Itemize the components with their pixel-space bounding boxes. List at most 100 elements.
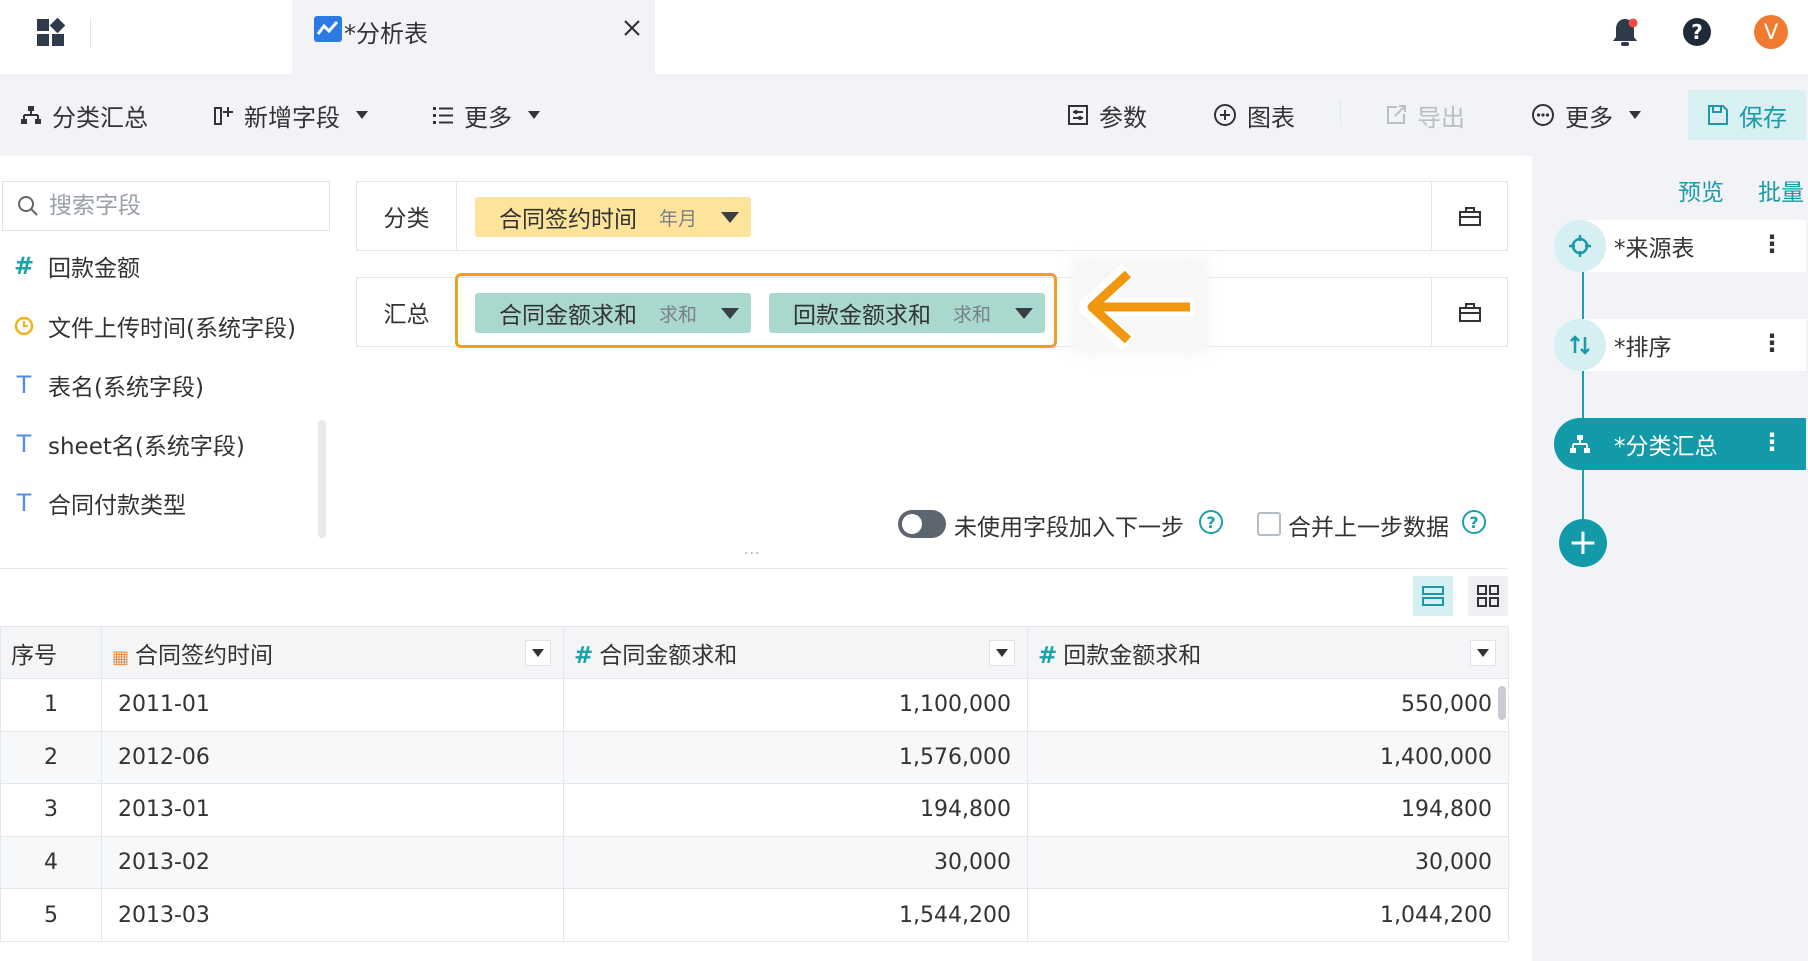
- column-header-repayment-sum[interactable]: # 回款金额求和: [1027, 626, 1509, 679]
- splitter-handle[interactable]: ...: [744, 542, 760, 558]
- field-label: 回款金额: [48, 256, 140, 282]
- flow-node-group-summary[interactable]: *分类汇总 ⋮: [1554, 418, 1806, 470]
- table-cell: 2012-06: [101, 730, 564, 785]
- more-vertical-icon[interactable]: ⋮: [1760, 230, 1784, 258]
- table-cell: 2: [0, 730, 102, 785]
- unused-fields-label: 未使用字段加入下一步: [954, 515, 1184, 541]
- more-vertical-icon[interactable]: ⋮: [1760, 428, 1784, 456]
- search-input[interactable]: [49, 193, 309, 219]
- chip-dropdown-icon[interactable]: [721, 212, 739, 223]
- notification-bell-icon[interactable]: [1610, 16, 1640, 48]
- table-cell: 1,044,200: [1027, 888, 1509, 942]
- data-table: 序号 ▦ 合同签约时间 # 合同金额求和 # 回款金额求和 1 2011-01 1,1…: [0, 626, 1509, 942]
- search-icon: [17, 195, 39, 217]
- flow-node-label: *分类汇总: [1614, 434, 1718, 460]
- table-cell: 4: [0, 835, 102, 890]
- top-divider: [90, 18, 91, 48]
- field-label: sheet名(系统字段): [48, 434, 245, 460]
- column-header-sign-date[interactable]: ▦ 合同签约时间: [101, 626, 564, 679]
- more-right-label: 更多: [1565, 103, 1613, 132]
- category-label: 分类: [357, 182, 457, 250]
- field-label: 合同付款类型: [48, 493, 186, 519]
- chevron-down-icon: [1629, 111, 1641, 119]
- save-button[interactable]: 保存: [1688, 90, 1806, 140]
- merge-prev-label: 合并上一步数据: [1288, 515, 1449, 541]
- column-header-index: 序号: [0, 626, 102, 679]
- category-chip[interactable]: 合同签约时间 年月: [475, 197, 751, 237]
- column-header-label: 合同签约时间: [135, 642, 274, 669]
- table-row: 3 2013-01 194,800 194,800: [0, 783, 1509, 837]
- chevron-down-icon: [532, 649, 544, 657]
- preview-link[interactable]: 预览: [1678, 173, 1724, 207]
- avatar[interactable]: V: [1754, 15, 1788, 49]
- table-cell: 194,800: [563, 783, 1028, 837]
- field-item-upload-time[interactable]: 文件上传时间(系统字段): [0, 306, 296, 346]
- table-cell: 550,000: [1027, 678, 1509, 732]
- chart-button[interactable]: 图表: [1213, 98, 1295, 132]
- table-header-row: 序号 ▦ 合同签约时间 # 合同金额求和 # 回款金额求和: [0, 626, 1509, 679]
- help-circle-icon[interactable]: ?: [1462, 510, 1486, 534]
- text-field-icon: T: [16, 430, 32, 458]
- more-circle-icon: [1531, 103, 1555, 127]
- column-header-label: 序号: [11, 642, 57, 669]
- help-icon[interactable]: ?: [1682, 17, 1712, 47]
- table-cell: 2013-02: [101, 835, 564, 890]
- toolbox-icon: [1458, 205, 1482, 227]
- apps-grid-icon[interactable]: [36, 18, 66, 48]
- column-header-contract-sum[interactable]: # 合同金额求和: [563, 626, 1028, 679]
- flow-node-label: *排序: [1614, 335, 1672, 361]
- field-item-payment-type[interactable]: T 合同付款类型: [0, 483, 186, 523]
- toolbar: 分类汇总 新增字段 更多 参数 图表 导出 更多 保存: [0, 74, 1808, 156]
- batch-link[interactable]: 批量: [1758, 173, 1804, 207]
- table-scrollbar[interactable]: [1498, 686, 1506, 720]
- field-item-repayment[interactable]: # 回款金额: [0, 246, 140, 286]
- category-toolbox-button[interactable]: [1431, 182, 1507, 250]
- table-cell: 30,000: [1027, 835, 1509, 890]
- column-dropdown-button[interactable]: [989, 640, 1015, 666]
- table-cell: 1,576,000: [563, 730, 1028, 785]
- hierarchy-icon: [1554, 418, 1606, 470]
- list-view-icon: [1422, 585, 1444, 607]
- svg-text:?: ?: [1691, 20, 1703, 44]
- more-vertical-icon[interactable]: ⋮: [1760, 329, 1784, 357]
- more-left-button[interactable]: 更多: [432, 98, 540, 132]
- list-view-button[interactable]: [1413, 576, 1453, 616]
- sort-icon: [1554, 319, 1606, 371]
- params-button[interactable]: 参数: [1067, 98, 1147, 132]
- field-item-sheet-name[interactable]: T sheet名(系统字段): [0, 424, 245, 464]
- table-cell: 1: [0, 678, 102, 732]
- table-cell: 3: [0, 783, 102, 837]
- group-summary-button[interactable]: 分类汇总: [20, 98, 148, 132]
- save-icon: [1707, 104, 1729, 126]
- grid-view-button[interactable]: [1468, 576, 1508, 616]
- export-icon: [1385, 104, 1407, 126]
- tab-close-icon[interactable]: [622, 18, 642, 38]
- toolbox-icon: [1458, 301, 1482, 323]
- text-field-icon: T: [16, 489, 32, 517]
- field-list-scrollbar[interactable]: [318, 420, 326, 538]
- flow-node-source[interactable]: *来源表 ⋮: [1554, 220, 1806, 272]
- field-item-table-name[interactable]: T 表名(系统字段): [0, 365, 204, 405]
- add-step-button[interactable]: +: [1559, 519, 1607, 567]
- field-search-box[interactable]: [2, 181, 330, 231]
- summary-toolbox-button[interactable]: [1431, 278, 1507, 346]
- avatar-letter: V: [1763, 20, 1779, 44]
- merge-prev-checkbox[interactable]: [1257, 512, 1281, 536]
- export-button[interactable]: 导出: [1385, 98, 1465, 132]
- plus-circle-icon: [1213, 103, 1237, 127]
- list-icon: [432, 104, 454, 126]
- add-field-button[interactable]: 新增字段: [212, 98, 368, 132]
- column-dropdown-button[interactable]: [1470, 640, 1496, 666]
- chart-label: 图表: [1247, 103, 1295, 132]
- more-right-button[interactable]: 更多: [1531, 98, 1641, 132]
- table-cell: 1,100,000: [563, 678, 1028, 732]
- flow-node-sort[interactable]: *排序 ⋮: [1554, 319, 1806, 371]
- export-label: 导出: [1417, 103, 1465, 132]
- column-dropdown-button[interactable]: [525, 640, 551, 666]
- number-field-icon: #: [1038, 642, 1058, 669]
- chip-aggregation: 年月: [659, 207, 698, 230]
- add-field-icon: [212, 104, 234, 126]
- unused-fields-toggle[interactable]: [898, 510, 946, 538]
- help-circle-icon[interactable]: ?: [1199, 510, 1223, 534]
- tab-analysis-table[interactable]: *分析表: [292, 0, 655, 74]
